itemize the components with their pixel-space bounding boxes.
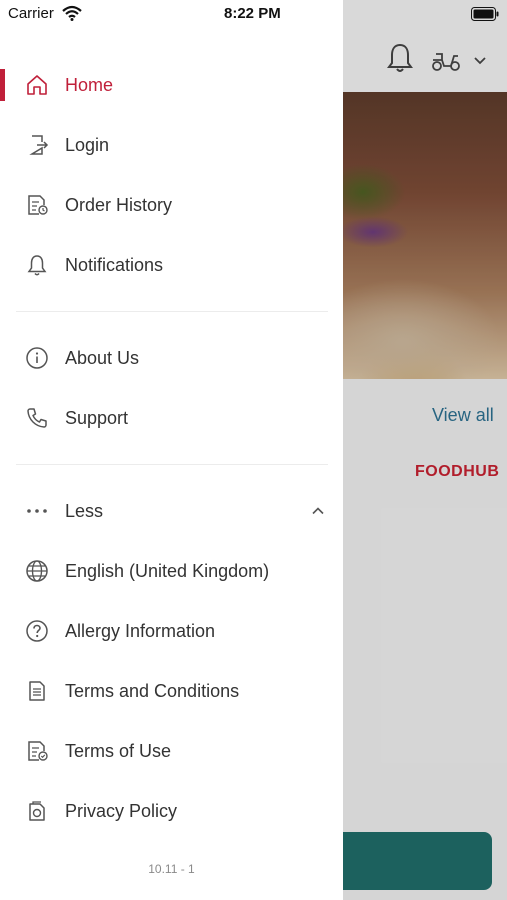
status-time: 8:22 PM	[224, 5, 281, 22]
menu-item-order-history[interactable]: Order History	[0, 178, 343, 232]
document-check-icon	[24, 738, 50, 764]
menu-divider	[16, 464, 328, 465]
menu-item-label: Support	[65, 407, 129, 428]
question-icon	[24, 618, 50, 644]
menu-item-label: About Us	[65, 347, 140, 368]
more-dots-icon	[24, 498, 50, 524]
menu-divider	[16, 311, 328, 312]
menu-item-support[interactable]: Support	[0, 391, 343, 445]
privacy-icon	[24, 798, 50, 824]
menu-item-label: Notifications	[65, 254, 164, 275]
menu-item-terms-of-use[interactable]: Terms of Use	[0, 724, 343, 778]
app-version: 10.11 - 1	[148, 862, 195, 876]
chevron-up-icon	[309, 502, 327, 520]
menu-item-language[interactable]: English (United Kingdom)	[0, 544, 343, 598]
menu-item-label: Order History	[65, 194, 173, 215]
bell-icon	[24, 252, 50, 278]
menu-item-label: Terms and Conditions	[65, 680, 240, 701]
menu-toggle-less[interactable]: Less	[0, 484, 343, 538]
menu-item-about-us[interactable]: About Us	[0, 331, 343, 385]
menu-item-notifications[interactable]: Notifications	[0, 238, 343, 292]
menu-toggle-label: Less	[65, 500, 104, 521]
phone-icon	[24, 405, 50, 431]
globe-icon	[24, 558, 50, 584]
navigation-drawer: Home Login Order History Notifications A…	[0, 0, 343, 900]
menu-item-home[interactable]: Home	[0, 58, 343, 112]
info-icon	[24, 345, 50, 371]
menu-item-login[interactable]: Login	[0, 118, 343, 172]
menu-item-privacy-policy[interactable]: Privacy Policy	[0, 784, 343, 838]
menu-item-terms-and-conditions[interactable]: Terms and Conditions	[0, 664, 343, 718]
order-history-icon	[24, 192, 50, 218]
menu-item-label: English (United Kingdom)	[65, 560, 270, 581]
menu-item-label: Privacy Policy	[65, 800, 178, 821]
menu-item-allergy-information[interactable]: Allergy Information	[0, 604, 343, 658]
login-icon	[24, 132, 50, 158]
menu-item-label: Home	[65, 74, 114, 95]
status-bar: Carrier 8:22 PM	[0, 0, 507, 30]
document-icon	[24, 678, 50, 704]
carrier-label: Carrier	[8, 5, 54, 22]
wifi-icon	[62, 5, 82, 21]
battery-icon	[471, 7, 499, 21]
menu-item-label: Login	[65, 134, 110, 155]
menu-item-label: Allergy Information	[65, 620, 216, 641]
home-icon	[24, 72, 50, 98]
menu-item-label: Terms of Use	[65, 740, 172, 761]
